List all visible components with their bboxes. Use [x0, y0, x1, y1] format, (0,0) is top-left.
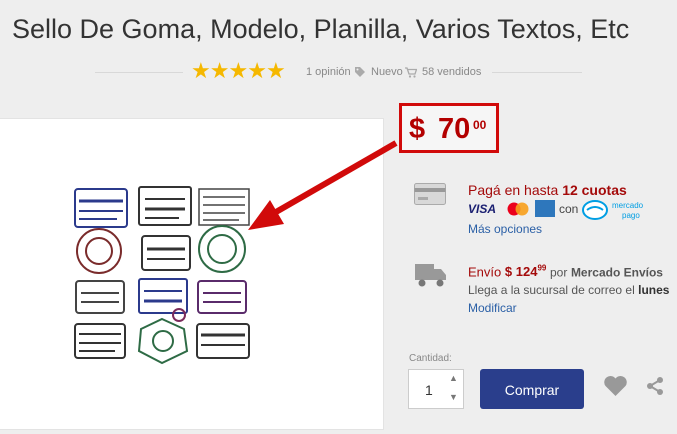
chevron-up-icon[interactable]: ▲ — [449, 373, 458, 383]
quantity-stepper[interactable]: 1 ▲ ▼ — [408, 369, 464, 409]
modify-shipping-link[interactable]: Modificar — [468, 301, 517, 315]
installments-prefix: Pagá en hasta — [468, 182, 559, 198]
star-icon: ★ — [191, 58, 211, 83]
shipping-carrier: Mercado Envíos — [570, 265, 663, 280]
installments-count: 12 cuotas — [562, 182, 627, 198]
product-title: Sello De Goma, Modelo, Planilla, Varios … — [12, 14, 630, 44]
divider-right — [492, 72, 582, 73]
price-currency: $ — [409, 113, 426, 145]
mastercard-logo — [507, 202, 529, 216]
sold-count: 58 vendidos — [422, 66, 482, 78]
product-image-panel[interactable] — [0, 118, 384, 430]
price-box: $ 70 00 — [399, 103, 499, 153]
arrival-text: Llega a la sucursal de correo el lunes — [468, 283, 669, 297]
svg-text:pago: pago — [622, 211, 640, 220]
star-icon: ★ — [209, 58, 230, 83]
amex-logo — [535, 200, 555, 217]
buy-button[interactable]: Comprar — [480, 369, 584, 409]
share-icon[interactable] — [645, 376, 665, 396]
shipping-prefix: Envío — [468, 264, 502, 280]
arrival-prefix: Llega a la sucursal de correo el — [468, 283, 635, 297]
svg-text:mercado: mercado — [612, 201, 644, 210]
visa-logo: VISA — [468, 202, 497, 216]
shipping-currency: $ — [504, 264, 513, 280]
divider-left — [95, 72, 183, 73]
payment-con: con — [559, 202, 579, 216]
heart-icon[interactable] — [603, 375, 628, 397]
chevron-down-icon[interactable]: ▼ — [449, 392, 458, 402]
truck-icon — [415, 264, 446, 287]
opinions-link[interactable]: 1 opinión — [306, 66, 351, 78]
shipping-cents: 99 — [537, 264, 547, 273]
mercado-pago-logo: mercado pago — [582, 200, 644, 220]
tag-icon — [355, 67, 365, 77]
quantity-label: Cantidad: — [409, 353, 452, 364]
arrival-day: lunes — [638, 283, 670, 297]
product-image-stamps — [74, 186, 250, 365]
credit-card-icon — [414, 183, 446, 205]
shipping-por: por — [549, 265, 568, 280]
quantity-value: 1 — [425, 382, 433, 398]
rating-stars[interactable]: ★★★★★ — [191, 58, 286, 83]
price-cents: 00 — [473, 118, 487, 132]
price-integer: 70 — [438, 113, 471, 145]
more-options-link[interactable]: Más opciones — [468, 222, 542, 236]
condition-label: Nuevo — [371, 66, 403, 78]
star-icon: ★ — [228, 58, 248, 83]
product-meta: ★★★★★ 1 opinión Nuevo 58 vendidos — [0, 58, 677, 84]
cart-icon — [405, 67, 417, 78]
shipping-integer: 124 — [515, 264, 538, 280]
star-icon: ★ — [247, 58, 267, 83]
star-icon: ★ — [265, 58, 286, 83]
installments-text: Pagá en hasta 12 cuotas — [468, 182, 627, 198]
shipping-cost: Envío $ 12499 por Mercado Envíos — [468, 264, 663, 279]
